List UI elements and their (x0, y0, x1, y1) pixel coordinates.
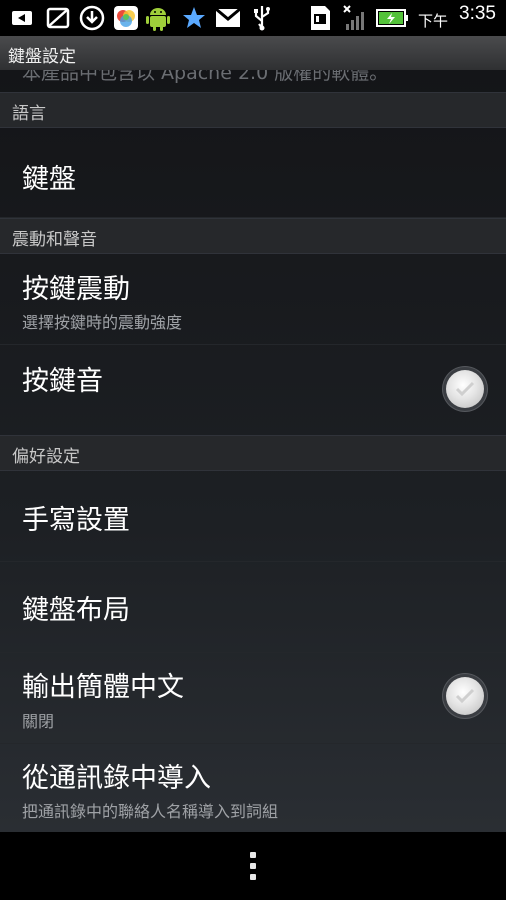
page-title: 鍵盤設定 (8, 47, 76, 67)
pref-subtitle: 把通訊錄中的聯絡人名稱導入到詞組 (22, 802, 279, 821)
pref-handwriting-settings[interactable]: 手寫設置 (0, 470, 506, 562)
sd-card-icon (306, 4, 334, 32)
back-arrow-icon (8, 4, 36, 32)
pref-title: 按鍵音 (22, 366, 103, 397)
menu-dot (250, 874, 256, 880)
status-bar: 下午 3:35 (0, 0, 506, 36)
section-header-label: 偏好設定 (12, 447, 80, 467)
bottom-bar (0, 832, 506, 900)
gallery-app-icon (112, 4, 140, 32)
pref-key-vibration[interactable]: 按鍵震動 選擇按鍵時的震動強度 (0, 253, 506, 345)
settings-list[interactable]: 本產品中包含以 Apache 2.0 版權的軟體。 語言 鍵盤 震動和聲音 按鍵… (0, 70, 506, 832)
android-icon (144, 4, 172, 32)
license-text: 本產品中包含以 Apache 2.0 版權的軟體。 (22, 70, 389, 84)
menu-dot (250, 852, 256, 858)
app-root: 下午 3:35 鍵盤設定 本產品中包含以 Apache 2.0 版權的軟體。 語… (0, 0, 506, 900)
download-icon (78, 4, 106, 32)
section-header-label: 震動和聲音 (12, 230, 97, 250)
pref-keyboard-layout[interactable]: 鍵盤布局 (0, 562, 506, 653)
pref-key-sound[interactable]: 按鍵音 (0, 345, 506, 436)
pref-title: 手寫設置 (22, 505, 130, 536)
pref-title: 從通訊錄中導入 (22, 763, 211, 794)
gmail-icon (214, 4, 242, 32)
pref-title: 鍵盤 (22, 164, 76, 195)
no-signal-icon (342, 4, 370, 32)
section-header-language: 語言 (0, 92, 506, 128)
no-sim-icon (44, 4, 72, 32)
pref-subtitle: 關閉 (22, 712, 55, 731)
section-header-label: 語言 (12, 104, 46, 124)
check-icon (455, 688, 475, 704)
section-header-preferences: 偏好設定 (0, 435, 506, 471)
key-sound-checkbox[interactable] (446, 370, 484, 408)
section-header-vibration-sound: 震動和聲音 (0, 218, 506, 254)
pref-output-simplified-chinese[interactable]: 輸出簡體中文 關閉 (0, 653, 506, 744)
pref-import-contacts[interactable]: 從通訊錄中導入 把通訊錄中的聯絡人名稱導入到詞組 (0, 744, 506, 832)
title-bar: 鍵盤設定 (0, 36, 506, 71)
star-icon (180, 4, 208, 32)
pref-title: 按鍵震動 (22, 274, 130, 305)
check-icon (455, 381, 475, 397)
overflow-menu-icon[interactable] (238, 846, 268, 886)
battery-charging-icon (376, 4, 410, 32)
usb-icon (248, 4, 276, 32)
simplified-chinese-checkbox[interactable] (446, 677, 484, 715)
pref-keyboard[interactable]: 鍵盤 (0, 127, 506, 218)
pref-subtitle: 選擇按鍵時的震動強度 (22, 313, 183, 332)
pref-title: 鍵盤布局 (22, 595, 130, 626)
status-ampm: 下午 (417, 12, 448, 30)
pref-title: 輸出簡體中文 (22, 672, 184, 703)
status-time: 3:35 (459, 3, 496, 24)
menu-dot (250, 863, 256, 869)
